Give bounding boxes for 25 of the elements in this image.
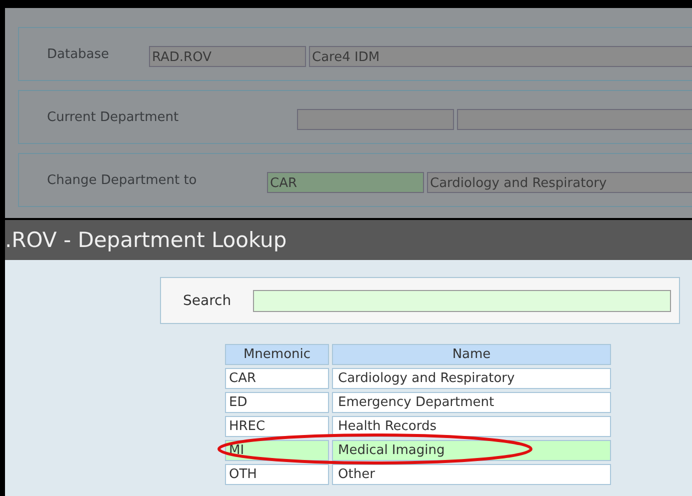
table-row[interactable]: HREC Health Records [225,416,611,437]
table-row[interactable]: OTH Other [225,464,611,485]
table-cell: Medical Imaging [332,440,611,461]
table-cell: Health Records [332,416,611,437]
code-field[interactable]: CAR [267,172,424,192]
table-cell: OTH [225,464,329,485]
code-field[interactable] [297,108,454,130]
table-cell: Cardiology and Respiratory [332,368,611,389]
column-header[interactable]: Mnemonic [225,344,329,365]
table-row[interactable]: ED Emergency Department [225,392,611,413]
table-row[interactable]: MI Medical Imaging [225,440,611,461]
field-label: Change Department to [47,172,198,188]
name-field[interactable] [457,108,692,130]
column-header[interactable]: Name [332,344,611,365]
table-cell: Emergency Department [332,392,611,413]
table-cell: Other [332,464,611,485]
search-field[interactable] [253,290,671,312]
field-label: Database [47,46,110,62]
table-row[interactable]: CAR Cardiology and Respiratory [225,368,611,389]
table-cell: HREC [225,416,329,437]
search-label: Search [183,292,232,308]
table-cell: ED [225,392,329,413]
table-cell: CAR [225,368,329,389]
dialog-title: .ROV - Department Lookup [5,228,287,252]
field-label: Current Department [47,110,180,124]
